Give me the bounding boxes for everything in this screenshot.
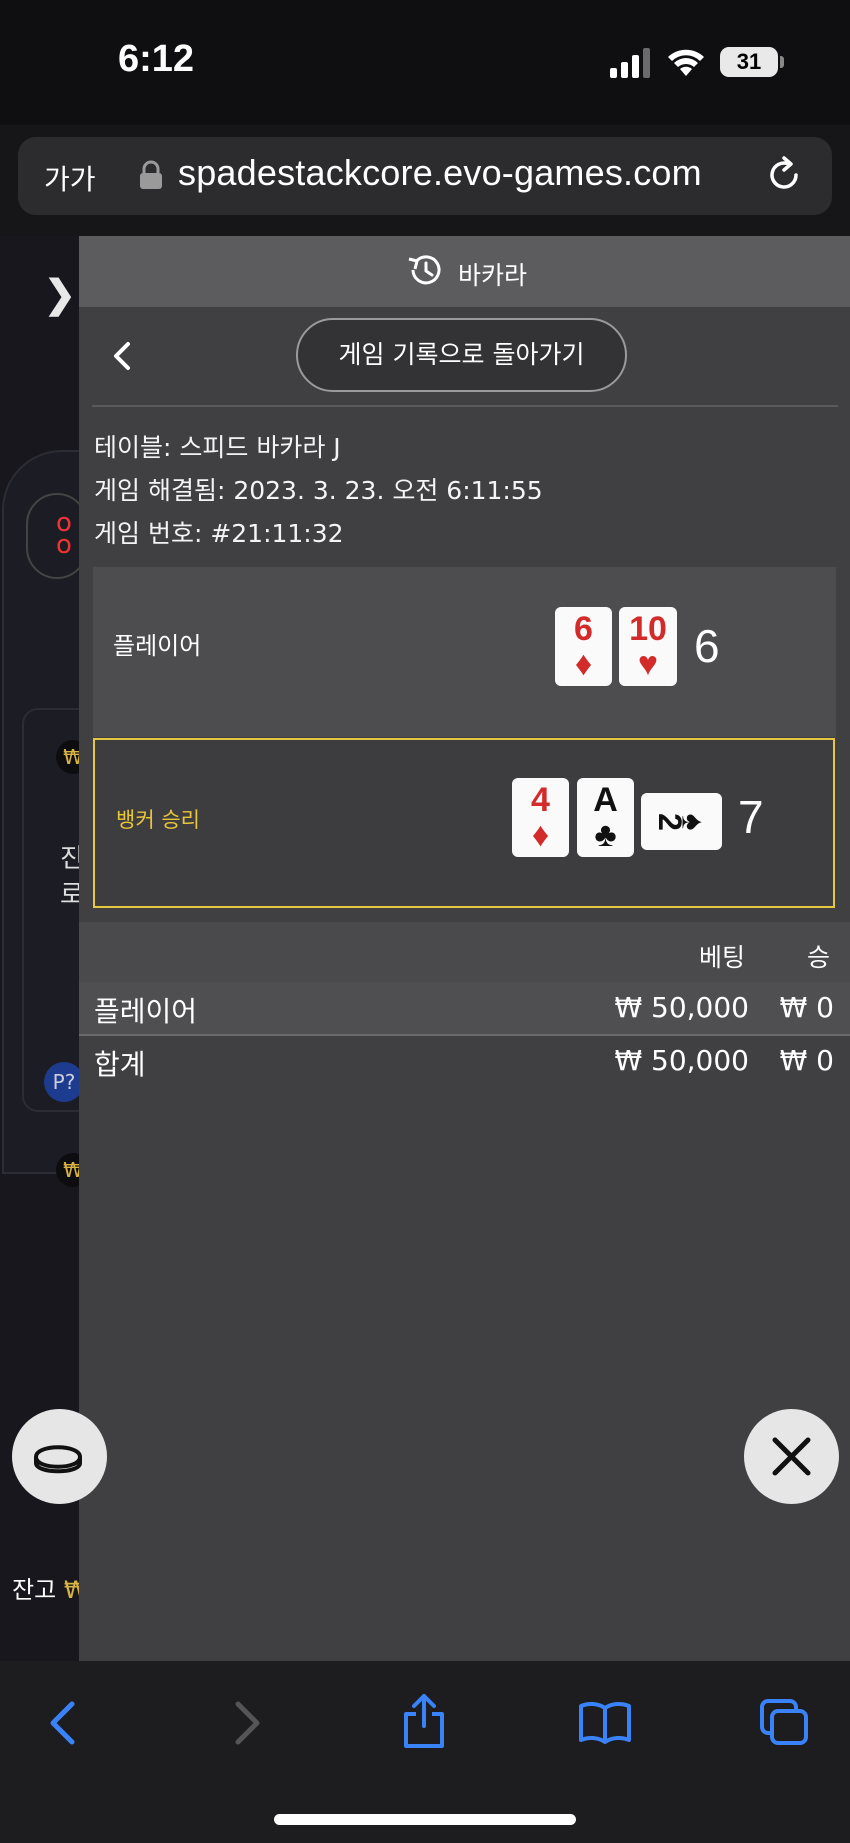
lock-icon (140, 160, 162, 189)
total-win: ₩ 0 (779, 1044, 834, 1077)
win-column-header: 승 (807, 943, 831, 972)
game-number: 게임 번호: #21:11:32 (94, 519, 344, 548)
banker-card-2: A ♣ (577, 778, 634, 857)
banker-win-label: 뱅커 승리 (116, 808, 200, 832)
back-icon[interactable] (46, 1700, 78, 1746)
divider (92, 405, 838, 407)
banker-card-3-rotated: 2 ♠ (641, 793, 722, 850)
card-rank: 10 (629, 610, 667, 648)
table-icon (33, 1445, 83, 1474)
signal-icon (610, 48, 650, 78)
banker-total: 7 (738, 791, 764, 843)
card-rank: A (593, 781, 618, 819)
battery-indicator: 31 (720, 47, 778, 77)
player-hand (93, 567, 836, 737)
row-win: ₩ 0 (779, 991, 834, 1024)
row-divider (79, 1034, 850, 1036)
status-time: 6:12 (118, 38, 195, 80)
row-label: 플레이어 (94, 995, 198, 1028)
banker-card-1: 4 ♦ (512, 778, 569, 857)
close-icon[interactable] (770, 1435, 813, 1478)
bet-column-header: 베팅 (699, 943, 746, 972)
back-to-history-button[interactable]: 게임 기록으로 돌아가기 (296, 318, 627, 392)
chevron-left-icon[interactable] (108, 338, 136, 374)
card-rank: 6 (574, 610, 593, 648)
total-bet: ₩ 50,000 (614, 1044, 749, 1077)
url-text[interactable]: spadestackcore.evo-games.com (178, 152, 702, 194)
card-rank: 4 (531, 781, 550, 819)
player-total: 6 (694, 620, 720, 672)
reload-icon[interactable] (764, 155, 804, 195)
bg-avatar-dots: oo (56, 508, 72, 560)
table-name: 테이블: 스피드 바카라 J (94, 433, 341, 462)
bookmarks-icon[interactable] (578, 1700, 632, 1744)
player-label: 플레이어 (113, 632, 202, 660)
home-indicator (274, 1814, 576, 1825)
spade-icon: ♠ (675, 813, 712, 830)
game-resolved-time: 게임 해결됨: 2023. 3. 23. 오전 6:11:55 (94, 476, 543, 505)
balance-label: 잔고 (12, 1576, 57, 1604)
bg-badge: P? (44, 1062, 84, 1102)
diamond-icon: ♦ (531, 816, 550, 854)
diamond-icon: ♦ (574, 645, 593, 683)
panel-title: 바카라 (458, 261, 528, 290)
row-bet: ₩ 50,000 (614, 991, 749, 1024)
share-icon[interactable] (400, 1692, 448, 1750)
evolution-logo: ❯ (44, 274, 76, 316)
tabs-icon[interactable] (758, 1697, 810, 1747)
wifi-icon (668, 49, 704, 76)
history-icon (408, 255, 441, 285)
player-card-2: 10 ♥ (619, 607, 677, 686)
forward-icon[interactable] (232, 1700, 264, 1746)
player-card-1: 6 ♦ (555, 607, 612, 686)
total-label: 합계 (94, 1048, 146, 1081)
heart-icon: ♥ (637, 645, 659, 683)
banker-hand (93, 738, 835, 908)
battery-tip (780, 56, 784, 68)
text-size-button[interactable]: 가가 (44, 158, 96, 198)
club-icon: ♣ (594, 816, 617, 854)
